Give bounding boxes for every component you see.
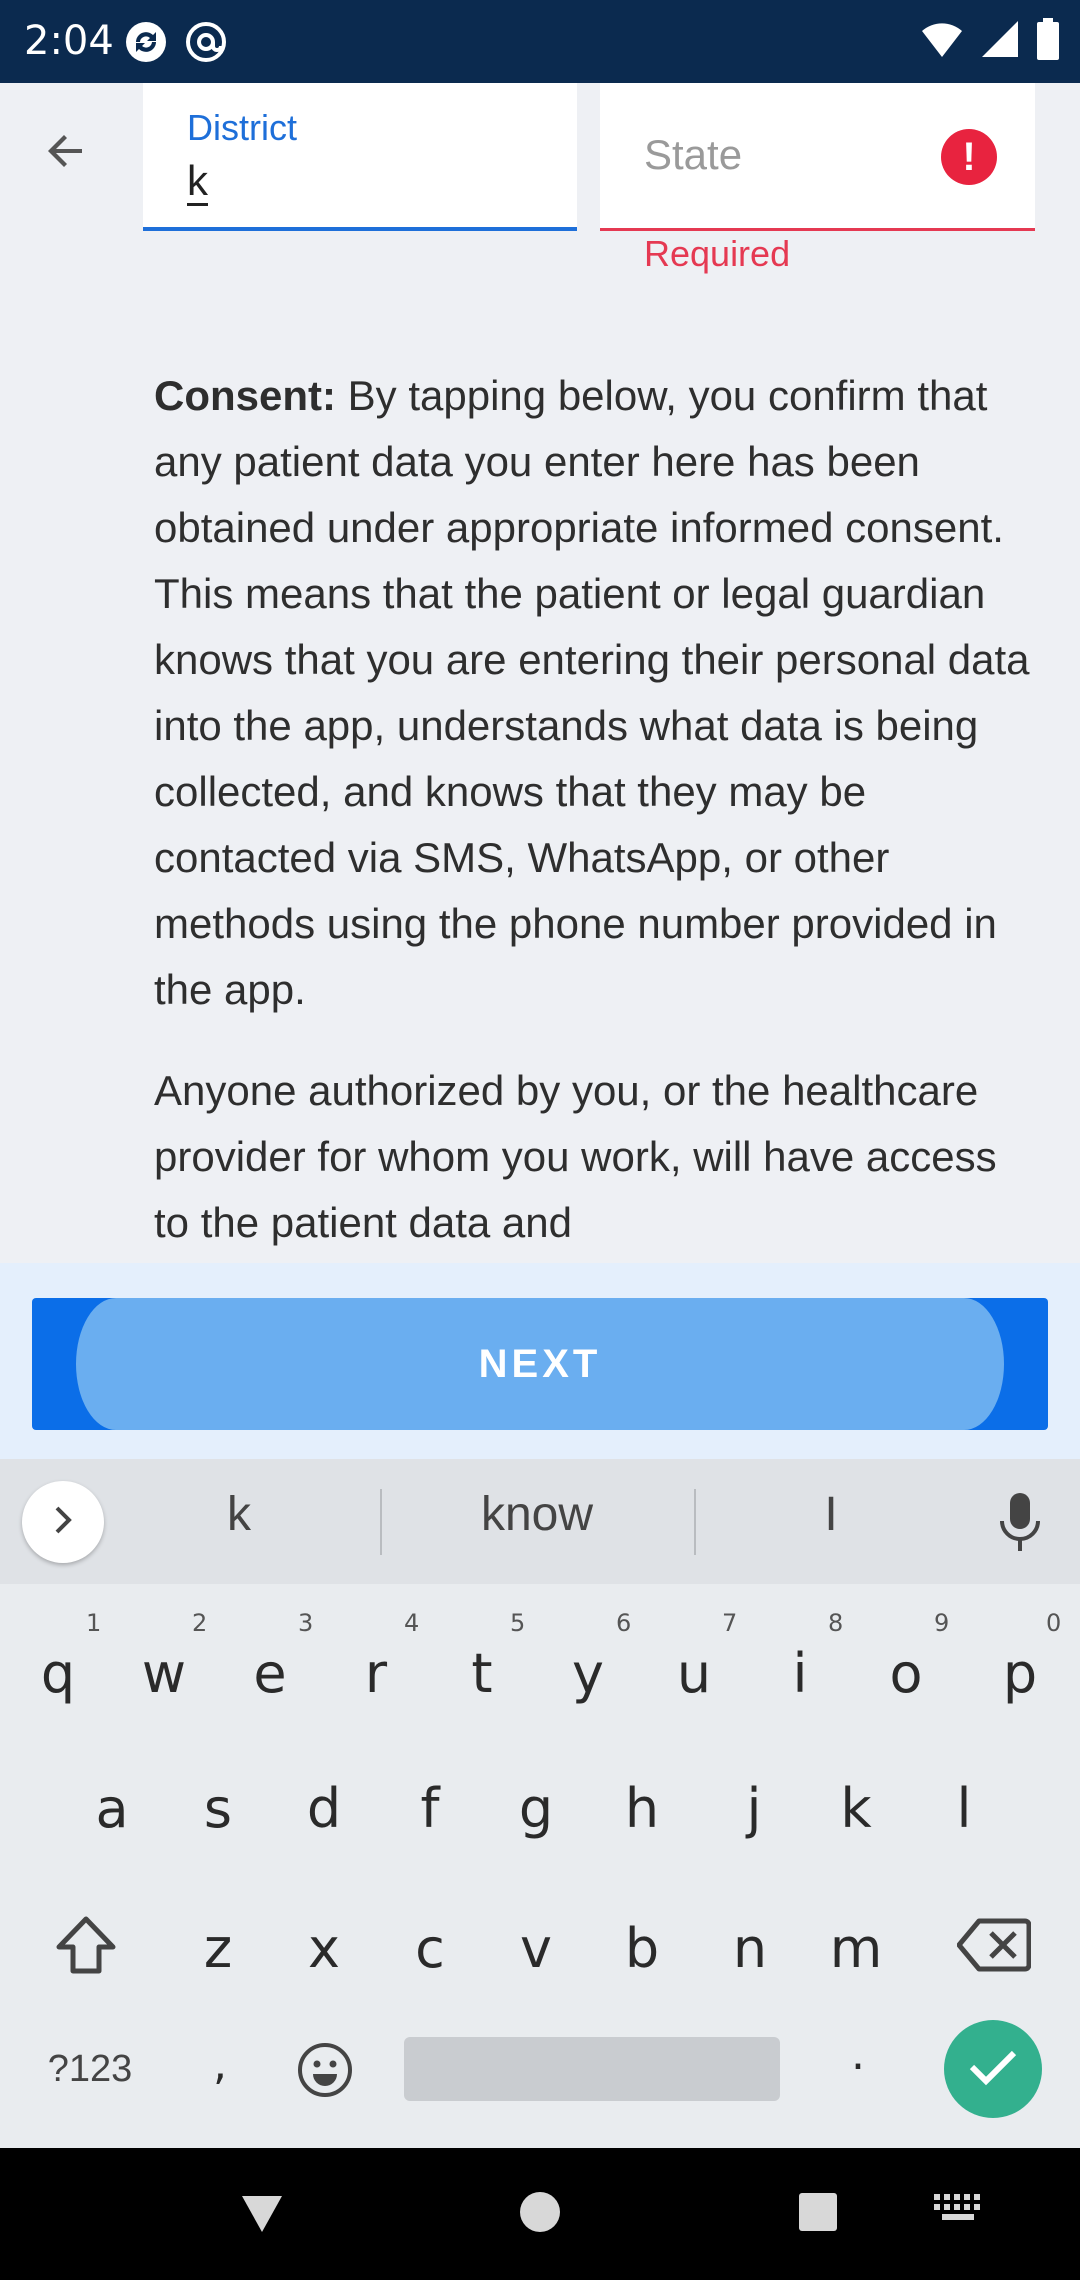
comma-key[interactable]: ,: [170, 2039, 270, 2090]
key-t[interactable]: t: [432, 1642, 532, 1705]
key-o[interactable]: o: [856, 1642, 956, 1705]
emoji-icon: [296, 2041, 354, 2104]
consent-paragraph-1: Consent: By tapping below, you confirm t…: [154, 363, 1034, 1023]
symbols-key[interactable]: ?123: [30, 2039, 150, 2099]
key-h[interactable]: h: [592, 1777, 692, 1840]
suggestion-divider: [694, 1489, 696, 1555]
key-f[interactable]: f: [380, 1777, 480, 1840]
arrow-back-icon: [42, 127, 90, 180]
district-input[interactable]: k: [187, 159, 208, 206]
period-key[interactable]: .: [808, 2029, 908, 2080]
key-hint: 8: [828, 1609, 844, 1637]
address-form-header: District k State ! Required: [0, 83, 1080, 283]
key-x[interactable]: x: [274, 1917, 374, 1980]
status-time: 2:04: [24, 18, 114, 64]
key-v[interactable]: v: [486, 1917, 586, 1980]
shift-key[interactable]: [46, 1907, 126, 1987]
key-hint: 5: [510, 1609, 526, 1637]
key-q[interactable]: q: [8, 1642, 108, 1705]
key-y[interactable]: y: [538, 1642, 638, 1705]
emoji-key[interactable]: [290, 2037, 360, 2107]
back-button[interactable]: [36, 123, 96, 183]
state-error-text: Required: [644, 233, 791, 274]
status-bar: 2:04: [0, 0, 1080, 83]
consent-paragraph-2: Anyone authorized by you, or the healthc…: [154, 1067, 997, 1246]
consent-section: Consent: By tapping below, you confirm t…: [0, 283, 1080, 1263]
suggestion-divider: [380, 1489, 382, 1555]
suggestion-1[interactable]: k: [124, 1487, 354, 1542]
key-w[interactable]: w: [114, 1642, 214, 1705]
key-m[interactable]: m: [806, 1917, 906, 1980]
backspace-key[interactable]: [952, 1907, 1036, 1987]
signal-icon: [980, 19, 1020, 64]
district-label: District: [187, 107, 297, 148]
key-hint: 4: [404, 1609, 420, 1637]
status-icons: [920, 18, 1060, 65]
checkmark-icon: [968, 2047, 1018, 2092]
key-n[interactable]: n: [700, 1917, 800, 1980]
soft-keyboard: k know I q 1 w 2 e 3 r 4 t 5 y 6 u 7 i 8…: [0, 1459, 1080, 2148]
key-l[interactable]: l: [914, 1777, 1014, 1840]
back-triangle-icon[interactable]: [234, 2188, 290, 2240]
system-nav-bar: [0, 2148, 1080, 2280]
key-a[interactable]: a: [62, 1777, 162, 1840]
suggestion-strip: k know I: [0, 1459, 1080, 1584]
key-hint: 6: [616, 1609, 632, 1637]
suggestion-2[interactable]: know: [422, 1487, 652, 1542]
wifi-icon: [920, 19, 964, 64]
key-hint: 0: [1046, 1609, 1062, 1637]
at-icon: [184, 20, 228, 64]
microphone-icon[interactable]: [990, 1487, 1050, 1557]
keyboard-switch-icon[interactable]: [930, 2188, 986, 2228]
next-button-area: NEXT: [0, 1263, 1080, 1459]
shift-icon: [53, 1915, 119, 1980]
key-g[interactable]: g: [486, 1777, 586, 1840]
key-j[interactable]: j: [704, 1777, 804, 1840]
suggestion-3[interactable]: I: [716, 1487, 946, 1542]
enter-key[interactable]: [944, 2020, 1042, 2118]
home-circle-icon[interactable]: [516, 2188, 564, 2236]
key-r[interactable]: r: [326, 1642, 426, 1705]
battery-icon: [1036, 18, 1060, 65]
key-k[interactable]: k: [806, 1777, 906, 1840]
key-z[interactable]: z: [168, 1917, 268, 1980]
key-p[interactable]: p: [970, 1642, 1070, 1705]
consent-text: By tapping below, you confirm that any p…: [154, 372, 1030, 1013]
key-hint: 3: [298, 1609, 314, 1637]
space-key[interactable]: [404, 2037, 780, 2101]
key-hint: 9: [934, 1609, 950, 1637]
key-d[interactable]: d: [274, 1777, 374, 1840]
key-u[interactable]: u: [644, 1642, 744, 1705]
next-button[interactable]: NEXT: [32, 1298, 1048, 1430]
alert-icon: !: [941, 129, 997, 185]
consent-lead: Consent:: [154, 372, 336, 419]
recents-square-icon[interactable]: [794, 2188, 842, 2236]
key-hint: 1: [86, 1609, 102, 1637]
suggestion-expand-button[interactable]: [22, 1481, 104, 1563]
backspace-icon: [956, 1917, 1032, 1978]
key-s[interactable]: s: [168, 1777, 268, 1840]
key-hint: 2: [192, 1609, 208, 1637]
key-b[interactable]: b: [592, 1917, 692, 1980]
key-i[interactable]: i: [750, 1642, 850, 1705]
key-hint: 7: [722, 1609, 738, 1637]
district-field[interactable]: District k: [143, 83, 577, 231]
state-placeholder: State: [644, 131, 743, 178]
sync-icon: [124, 20, 168, 64]
chevron-right-icon: [45, 1502, 81, 1543]
key-e[interactable]: e: [220, 1642, 320, 1705]
key-c[interactable]: c: [380, 1917, 480, 1980]
next-label: NEXT: [478, 1341, 602, 1386]
state-field[interactable]: State !: [600, 83, 1035, 231]
